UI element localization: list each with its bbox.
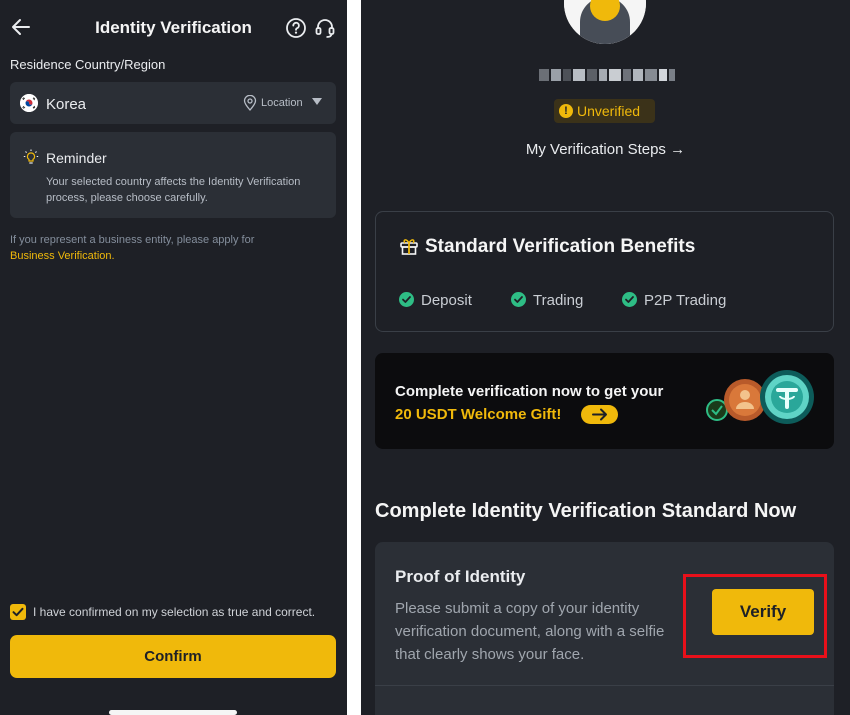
banner-gift-text: 20 USDT Welcome Gift! [395,406,562,423]
business-note-text: If you represent a business entity, plea… [10,234,255,246]
avatar [564,0,646,44]
username-blurred [539,69,675,81]
proof-description: Please submit a copy of your identity ve… [395,600,665,663]
support-button[interactable] [314,17,336,39]
verification-status-badge: ! Unverified [554,99,655,123]
lightbulb-icon [23,149,39,165]
right-screen: ! Unverified My Verification Steps → Sta… [361,0,850,715]
home-indicator [109,710,237,715]
gift-icon [399,236,419,256]
verify-button[interactable]: Verify [712,589,814,635]
proof-of-identity-card: Proof of Identity Please submit a copy o… [375,542,834,715]
check-circle-icon [622,292,637,307]
welcome-gift-banner[interactable]: Complete verification now to get your 20… [375,353,834,449]
business-note: If you represent a business entity, plea… [10,232,330,264]
proof-title: Proof of Identity [395,567,526,586]
verification-section-title: Complete Identity Verification Standard … [375,500,797,522]
verification-steps-link[interactable]: My Verification Steps → [361,141,850,158]
confirmation-row[interactable]: I have confirmed on my selection as true… [10,603,340,623]
confirm-button[interactable]: Confirm [10,635,336,678]
checkmark-icon [12,607,24,617]
map-pin-icon [243,94,257,111]
reminder-title: Reminder [46,150,107,166]
confirmation-checkbox[interactable] [10,604,26,620]
card-divider [375,685,834,686]
benefit-label: Deposit [421,292,472,309]
coins-illustration [705,367,825,437]
reminder-card: Reminder Your selected country affects t… [10,132,336,218]
korea-flag-icon [20,94,38,112]
check-circle-icon [511,292,526,307]
arrow-right-icon [592,408,607,421]
reminder-text: Your selected country affects the Identi… [46,176,301,204]
caret-down-icon [312,98,322,105]
banner-headline: Complete verification now to get your [395,383,664,400]
residence-label: Residence Country/Region [10,57,166,72]
confirmation-label: I have confirmed on my selection as true… [33,605,316,619]
question-circle-icon [286,18,306,38]
status-badge-text: Unverified [577,103,641,119]
left-screen: Identity Verification Residence Country/… [0,0,347,715]
selected-country: Korea [46,96,87,113]
benefit-label: P2P Trading [644,292,727,309]
help-button[interactable] [285,17,307,39]
banner-arrow-button[interactable] [581,405,618,424]
warning-icon: ! [559,104,573,118]
location-button[interactable]: Location [261,97,303,109]
benefits-title: Standard Verification Benefits [425,236,696,257]
header: Identity Verification [0,0,347,56]
benefit-label: Trading [533,292,584,309]
country-select[interactable]: Korea Location [10,82,336,124]
business-verification-link[interactable]: Business Verification. [10,250,115,262]
headset-icon [315,19,335,38]
screen-divider [347,0,361,715]
check-circle-icon [399,292,414,307]
benefits-card: Standard Verification Benefits Deposit T… [375,211,834,332]
